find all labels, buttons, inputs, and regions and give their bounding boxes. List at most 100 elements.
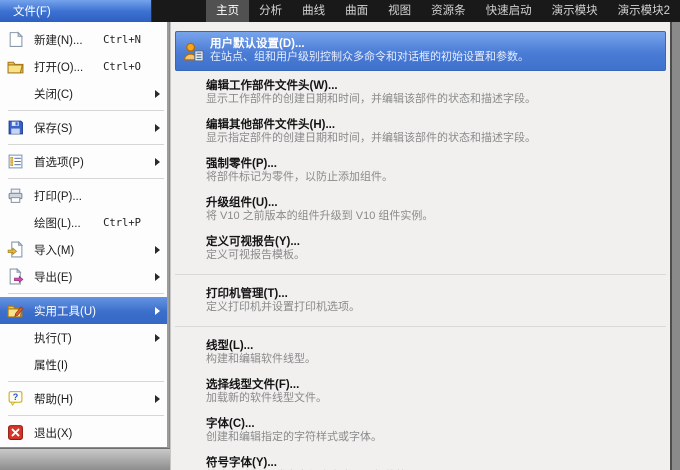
menu-item-utilities[interactable]: 实用工具(U) — [0, 297, 167, 324]
submenu-item-title: 字体(C)... — [206, 417, 664, 431]
submenu-item-description: 定义可视报告模板。 — [206, 249, 664, 262]
menu-item-label: 执行(T) — [34, 330, 72, 346]
menu-separator — [8, 381, 164, 382]
menu-separator — [8, 293, 164, 294]
tab-surface[interactable]: 曲面 — [335, 0, 378, 22]
submenu-item-title: 用户默认设置(D)... — [210, 37, 659, 51]
submenu-item-description: 构建和编辑软件线型。 — [206, 353, 664, 366]
menu-separator — [8, 144, 164, 145]
submenu-separator — [175, 274, 666, 275]
menu-separator — [8, 415, 164, 416]
submenu-item-font[interactable]: 字体(C)... 创建和编辑指定的字符样式或字体。 — [177, 417, 664, 444]
submenu-item-description: 定义打印机并设置打印机选项。 — [206, 301, 664, 314]
help-icon: ? — [5, 390, 25, 407]
menu-item-label: 打印(P)... — [34, 188, 82, 204]
utilities-icon — [5, 302, 25, 319]
menu-item-label: 保存(S) — [34, 120, 72, 136]
tab-demo-module2[interactable]: 演示模块2 — [608, 0, 680, 22]
menu-item-label: 导入(M) — [34, 242, 74, 258]
menu-separator — [8, 110, 164, 111]
menu-item-new[interactable]: 新建(N)... Ctrl+N — [0, 26, 167, 53]
menu-item-import[interactable]: 导入(M) — [0, 236, 167, 263]
menu-item-shortcut: Ctrl+N — [103, 34, 141, 46]
file-menu-dropdown: 新建(N)... Ctrl+N 打开(O)... Ctrl+O 关闭(C) 保存… — [0, 22, 169, 448]
submenu-item-customer-defaults[interactable]: 用户默认设置(D)... 在站点、组和用户级别控制众多命令和对话框的初始设置和参… — [175, 31, 666, 71]
submenu-item-title: 线型(L)... — [206, 339, 664, 353]
preferences-icon — [5, 153, 25, 170]
submenu-caret-icon — [155, 307, 160, 315]
menu-item-label: 首选项(P) — [34, 154, 84, 170]
menu-item-label: 绘图(L)... — [34, 215, 81, 231]
submenu-item-edit-other-part-header[interactable]: 编辑其他部件文件头(H)... 显示指定部件的创建日期和时间，并编辑该部件的状态… — [177, 118, 664, 145]
menu-item-open[interactable]: 打开(O)... Ctrl+O — [0, 53, 167, 80]
submenu-item-description: 显示工作部件的创建日期和时间，并编辑该部件的状态和描述字段。 — [206, 93, 664, 106]
submenu-item-edit-work-part-header[interactable]: 编辑工作部件文件头(W)... 显示工作部件的创建日期和时间，并编辑该部件的状态… — [177, 79, 664, 106]
user-defaults-icon — [181, 40, 205, 64]
menu-separator — [8, 178, 164, 179]
submenu-item-upgrade-components[interactable]: 升级组件(U)... 将 V10 之前版本的组件升级到 V10 组件实例。 — [177, 196, 664, 223]
submenu-item-description: 在站点、组和用户级别控制众多命令和对话框的初始设置和参数。 — [210, 51, 659, 64]
submenu-item-enforce-piece-part[interactable]: 强制零件(P)... 将部件标记为零件，以防止添加组件。 — [177, 157, 664, 184]
tab-curve[interactable]: 曲线 — [292, 0, 335, 22]
menu-item-close[interactable]: 关闭(C) — [0, 80, 167, 107]
submenu-separator — [175, 326, 666, 327]
utilities-submenu-panel: 用户默认设置(D)... 在站点、组和用户级别控制众多命令和对话框的初始设置和参… — [170, 22, 672, 470]
submenu-item-define-visual-reports[interactable]: 定义可视报告(Y)... 定义可视报告模板。 — [177, 235, 664, 262]
menu-bottom-shadow — [0, 448, 170, 470]
menu-item-properties[interactable]: 属性(I) — [0, 351, 167, 378]
no-icon — [5, 214, 25, 231]
file-menu-button[interactable]: 文件(F) — [0, 0, 152, 22]
menu-item-label: 实用工具(U) — [34, 303, 96, 319]
submenu-item-description: 将部件标记为零件，以防止添加组件。 — [206, 171, 664, 184]
submenu-caret-icon — [155, 395, 160, 403]
app-window: 文件(F) 主页 分析 曲线 曲面 视图 资源条 快速启动 演示模块 演示模块2… — [0, 0, 680, 470]
submenu-item-select-line-font-file[interactable]: 选择线型文件(F)... 加载新的软件线型文件。 — [177, 378, 664, 405]
tab-home[interactable]: 主页 — [206, 0, 249, 22]
submenu-item-title: 符号字体(Y)... — [206, 456, 664, 470]
submenu-caret-icon — [155, 246, 160, 254]
menu-item-label: 属性(I) — [34, 357, 68, 373]
no-icon — [5, 356, 25, 373]
submenu-caret-icon — [155, 90, 160, 98]
menu-item-label: 关闭(C) — [34, 86, 73, 102]
submenu-item-title: 定义可视报告(Y)... — [206, 235, 664, 249]
submenu-item-title: 升级组件(U)... — [206, 196, 664, 210]
submenu-item-symbol-font[interactable]: 符号字体(Y)... 将线条对象和/或文本组合为类似图标的符号。 — [177, 456, 664, 470]
menu-item-export[interactable]: 导出(E) — [0, 263, 167, 290]
menu-item-label: 退出(X) — [34, 425, 72, 441]
tab-quick-start[interactable]: 快速启动 — [476, 0, 542, 22]
menu-item-label: 导出(E) — [34, 269, 72, 285]
submenu-item-description: 创建和编辑指定的字符样式或字体。 — [206, 431, 664, 444]
tab-view[interactable]: 视图 — [378, 0, 421, 22]
menu-item-label: 打开(O)... — [34, 59, 83, 75]
no-icon — [5, 329, 25, 346]
menu-item-help[interactable]: ? 帮助(H) — [0, 385, 167, 412]
tab-resource-bar[interactable]: 资源条 — [421, 0, 476, 22]
ribbon-tabs: 主页 分析 曲线 曲面 视图 资源条 快速启动 演示模块 演示模块2 — [206, 0, 680, 22]
submenu-caret-icon — [155, 158, 160, 166]
tab-analysis[interactable]: 分析 — [249, 0, 292, 22]
submenu-item-description: 显示指定部件的创建日期和时间，并编辑该部件的状态和描述字段。 — [206, 132, 664, 145]
submenu-item-title: 编辑工作部件文件头(W)... — [206, 79, 664, 93]
menu-item-shortcut: Ctrl+O — [103, 61, 141, 73]
menu-item-label: 新建(N)... — [34, 32, 83, 48]
submenu-item-printer-administration[interactable]: 打印机管理(T)... 定义打印机并设置打印机选项。 — [177, 287, 664, 314]
submenu-caret-icon — [155, 273, 160, 281]
submenu-item-title: 打印机管理(T)... — [206, 287, 664, 301]
menu-item-plot[interactable]: 绘图(L)... Ctrl+P — [0, 209, 167, 236]
exit-icon — [5, 424, 25, 441]
menu-item-preferences[interactable]: 首选项(P) — [0, 148, 167, 175]
submenu-item-title: 编辑其他部件文件头(H)... — [206, 118, 664, 132]
svg-text:?: ? — [12, 392, 18, 402]
no-icon — [5, 85, 25, 102]
open-folder-icon — [5, 58, 25, 75]
tab-demo-module[interactable]: 演示模块 — [542, 0, 608, 22]
menu-item-execute[interactable]: 执行(T) — [0, 324, 167, 351]
ribbon-topbar: 文件(F) 主页 分析 曲线 曲面 视图 资源条 快速启动 演示模块 演示模块2 — [0, 0, 680, 22]
menu-item-print[interactable]: 打印(P)... — [0, 182, 167, 209]
submenu-item-line-font[interactable]: 线型(L)... 构建和编辑软件线型。 — [177, 339, 664, 366]
import-icon — [5, 241, 25, 258]
menu-item-exit[interactable]: 退出(X) — [0, 419, 167, 446]
printer-icon — [5, 187, 25, 204]
menu-item-save[interactable]: 保存(S) — [0, 114, 167, 141]
